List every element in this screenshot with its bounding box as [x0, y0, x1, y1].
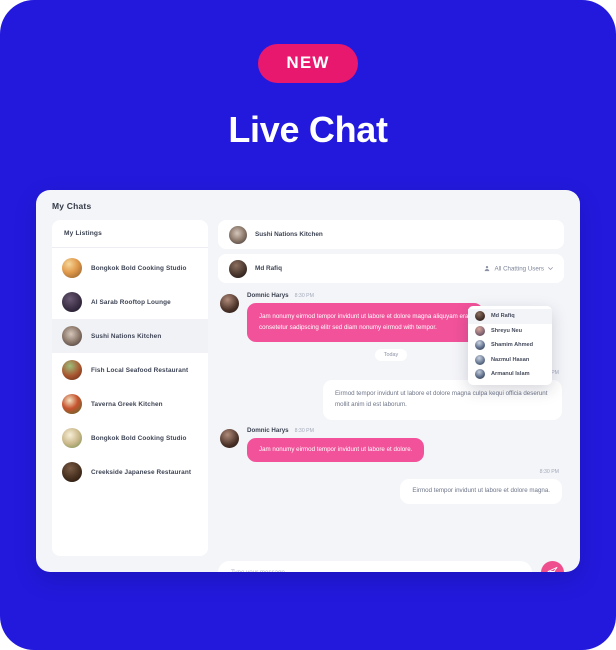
dropdown-item-md-rafiq[interactable]: Md Rafiq	[468, 309, 552, 324]
chat-user-header: Md Rafiq All Chatting Users	[218, 254, 564, 283]
dropdown-item-label: Md Rafiq	[491, 313, 515, 320]
sidebar-header: My Listings	[52, 220, 208, 248]
listing-label: Taverna Greek Kitchen	[91, 400, 163, 408]
chatting-users-dropdown[interactable]: Md Rafiq Shreyu Neu Shamim Ahmed Nazmul …	[468, 306, 552, 385]
listing-label: Bongkok Bold Cooking Studio	[91, 264, 187, 272]
chat-listing-header: Sushi Nations Kitchen	[218, 220, 564, 249]
dropdown-item-label: Armanul Islam	[491, 371, 530, 378]
chevron-down-icon	[548, 267, 553, 271]
dropdown-item-label: Shreyu Neu	[491, 327, 523, 334]
send-icon	[547, 564, 558, 572]
message-bubble: Jam nonumy eirmod tempor invidunt ut lab…	[247, 303, 483, 343]
dropdown-item-label: Nazmul Hasan	[491, 356, 530, 363]
message-bubble: Jam nonumy eirmod tempor invidunt ut lab…	[247, 437, 425, 463]
listing-label: Sushi Nations Kitchen	[91, 332, 162, 340]
dropdown-item-label: Shamim Ahmed	[491, 342, 534, 349]
screenshot-root: NEW Live Chat My Chats My Listings Bongk…	[0, 0, 616, 650]
dropdown-item-nazmul-hasan[interactable]: Nazmul Hasan	[468, 353, 552, 368]
sidebar-item-sushi-nations-kitchen[interactable]: Sushi Nations Kitchen	[52, 319, 208, 353]
message-input[interactable]	[218, 561, 532, 572]
sidebar-item-al-sarab-rooftop-lounge[interactable]: Al Sarab Rooftop Lounge	[52, 285, 208, 319]
listing-label: Bongkok Bold Cooking Studio	[91, 434, 187, 442]
listing-avatar	[62, 428, 82, 448]
listing-avatar	[62, 360, 82, 380]
date-divider-label: Today	[374, 349, 408, 362]
message-bubble: Eirmod tempor invidunt ut labore et dolo…	[323, 380, 562, 420]
message-row-outgoing-2: 8:30 PM Eirmod tempor invidunt ut labore…	[220, 469, 562, 504]
user-avatar	[475, 369, 485, 380]
listing-avatar	[229, 225, 247, 244]
sidebar-header-label: My Listings	[64, 230, 102, 237]
sidebar-item-creekside-japanese-restaurant[interactable]: Creekside Japanese Restaurant	[52, 455, 208, 489]
chat-listing-name: Sushi Nations Kitchen	[255, 231, 323, 238]
listing-avatar	[62, 292, 82, 312]
listing-avatar	[62, 326, 82, 346]
message-sender: Domnic Harys	[247, 292, 289, 299]
all-chatting-users-dropdown-toggle[interactable]: All Chatting Users	[484, 265, 553, 272]
listing-avatar	[62, 462, 82, 482]
avatar	[220, 428, 239, 448]
sidebar-item-fish-local-seafood-restaurant[interactable]: Fish Local Seafood Restaurant	[52, 353, 208, 387]
sidebar-item-taverna-greek-kitchen[interactable]: Taverna Greek Kitchen	[52, 387, 208, 421]
user-avatar	[475, 340, 485, 351]
user-avatar	[229, 259, 247, 278]
message-bubble: Eirmod tempor invidunt ut labore et dolo…	[400, 479, 562, 504]
chat-app-card: My Chats My Listings Bongkok Bold Cookin…	[36, 190, 580, 572]
message-time: 8:30 PM	[294, 293, 314, 299]
message-meta: Domnic Harys 8:30 PM	[247, 427, 424, 434]
message-meta: Domnic Harys 8:30 PM	[247, 292, 483, 299]
chat-panel: Sushi Nations Kitchen Md Rafiq All Chatt…	[218, 220, 564, 556]
sidebar-item-bongkok-bold-cooking-studio-2[interactable]: Bongkok Bold Cooking Studio	[52, 421, 208, 455]
all-chatting-users-label: All Chatting Users	[494, 265, 544, 272]
listing-label: Creekside Japanese Restaurant	[91, 468, 192, 476]
message-sender: Domnic Harys	[247, 426, 289, 434]
user-avatar	[475, 325, 485, 336]
new-badge: NEW	[258, 44, 358, 83]
message-time: 8:30 PM	[539, 469, 559, 476]
message-composer	[218, 561, 564, 572]
listing-label: Fish Local Seafood Restaurant	[91, 366, 189, 374]
dropdown-item-armanul-islam[interactable]: Armanul Islam	[468, 367, 552, 382]
listing-avatar	[62, 258, 82, 278]
dropdown-item-shreyu-neu[interactable]: Shreyu Neu	[468, 324, 552, 339]
chat-user-name: Md Rafiq	[255, 265, 282, 272]
listing-avatar	[62, 394, 82, 414]
hero-section: NEW Live Chat	[0, 44, 616, 151]
user-avatar	[475, 354, 485, 365]
message-row-incoming-2: Domnic Harys 8:30 PM Jam nonumy eirmod t…	[220, 427, 562, 463]
sidebar-item-bongkok-bold-cooking-studio-1[interactable]: Bongkok Bold Cooking Studio	[52, 251, 208, 285]
page-title: Live Chat	[228, 109, 388, 150]
listings-list: Bongkok Bold Cooking Studio Al Sarab Roo…	[52, 248, 208, 489]
avatar	[220, 294, 239, 313]
message-time: 8:30 PM	[294, 427, 314, 434]
user-icon	[484, 265, 490, 272]
user-avatar	[475, 311, 485, 322]
listing-label: Al Sarab Rooftop Lounge	[91, 298, 171, 306]
card-title: My Chats	[52, 201, 92, 211]
listings-sidebar: My Listings Bongkok Bold Cooking Studio …	[52, 220, 208, 556]
dropdown-item-shamim-ahmed[interactable]: Shamim Ahmed	[468, 338, 552, 353]
send-button[interactable]	[541, 561, 564, 572]
